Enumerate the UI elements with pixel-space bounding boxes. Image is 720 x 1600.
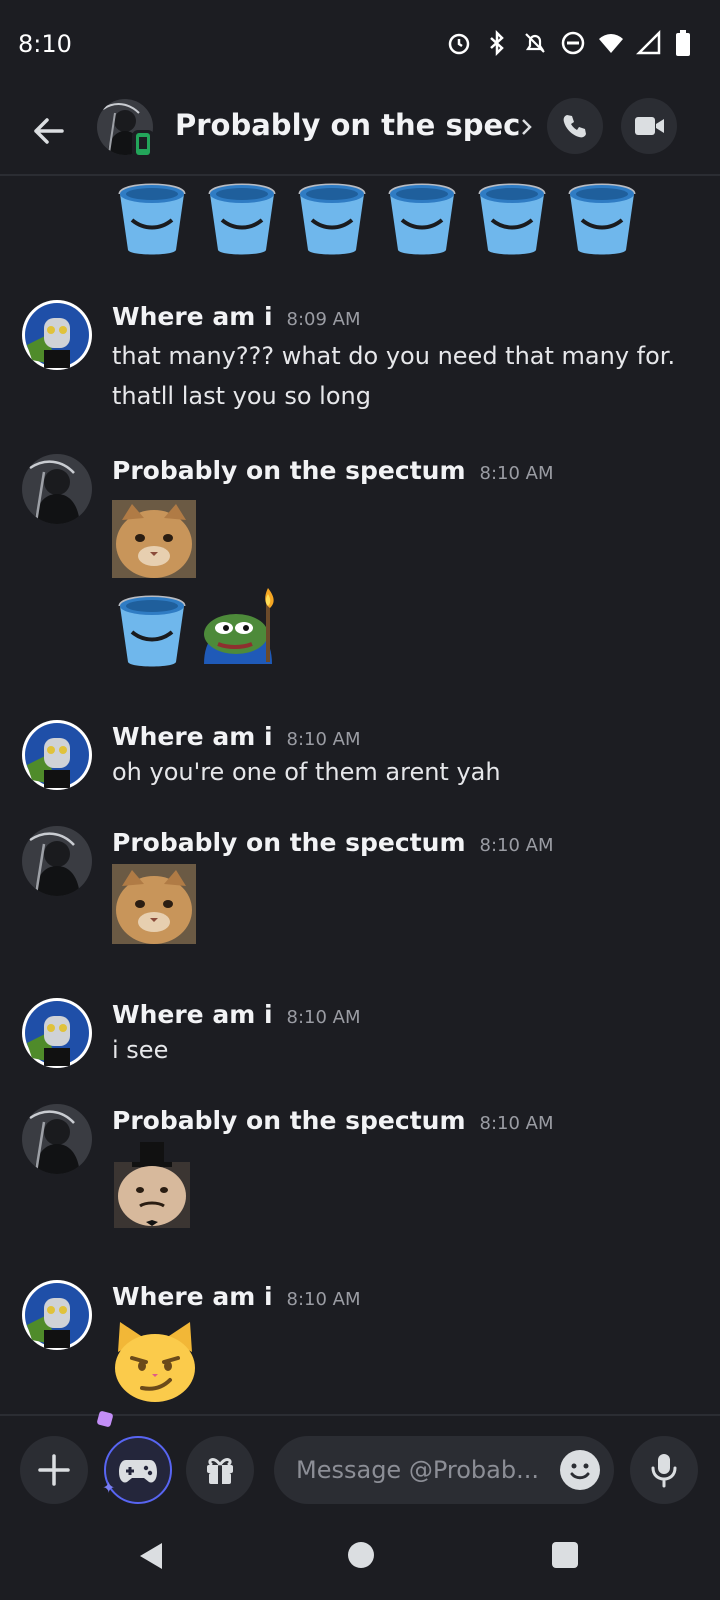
message-text: i see xyxy=(112,1036,169,1064)
nav-back-icon[interactable] xyxy=(136,1540,166,1576)
bucket-emoji[interactable] xyxy=(472,176,552,256)
video-call-button[interactable] xyxy=(621,98,677,154)
message-author[interactable]: Probably on the spectum 8:10 AM xyxy=(112,1106,554,1135)
status-bar: 8:10 xyxy=(0,0,720,90)
smirk-cat-emoji[interactable] xyxy=(110,1316,200,1406)
sparkle-decoration xyxy=(96,1410,114,1428)
gift-button[interactable] xyxy=(186,1436,254,1504)
bucket-emoji[interactable] xyxy=(202,176,282,256)
message-input[interactable]: Message @Probab... xyxy=(274,1436,614,1504)
author-name[interactable]: Where am i xyxy=(112,1282,273,1311)
bucket-emoji[interactable] xyxy=(112,176,192,256)
signal-icon xyxy=(635,29,662,56)
message-timestamp: 8:10 AM xyxy=(479,1113,554,1134)
notifications-off-icon xyxy=(522,30,548,56)
message-composer: ✦ Message @Probab... xyxy=(0,1410,720,1516)
battery-icon xyxy=(674,30,700,56)
pepe-torch-emoji[interactable] xyxy=(200,584,284,668)
message-timestamp: 8:10 AM xyxy=(479,835,554,856)
gamepad-icon xyxy=(119,1460,157,1483)
author-name[interactable]: Probably on the spectum xyxy=(112,456,466,485)
alarm-icon xyxy=(446,30,472,56)
voice-call-button[interactable] xyxy=(547,98,603,154)
message-author[interactable]: Where am i 8:10 AM xyxy=(112,1282,361,1311)
message-text: that many??? what do you need that many … xyxy=(112,342,676,410)
attach-button[interactable] xyxy=(20,1436,88,1504)
star-decoration: ✦ xyxy=(102,1478,116,1497)
top-hat-cat-sticker[interactable] xyxy=(114,1142,190,1228)
cat-sticker[interactable] xyxy=(112,864,196,944)
voice-message-button[interactable] xyxy=(630,1436,698,1504)
message-author[interactable]: Probably on the spectum 8:10 AM xyxy=(112,456,554,485)
plus-icon xyxy=(38,1454,70,1486)
message-author[interactable]: Where am i 8:10 AM xyxy=(112,1000,361,1029)
message-timestamp: 8:09 AM xyxy=(286,309,361,330)
bucket-emoji[interactable] xyxy=(292,176,372,256)
gift-icon xyxy=(207,1458,233,1484)
message-timestamp: 8:10 AM xyxy=(286,729,361,750)
avatar[interactable] xyxy=(22,300,92,370)
avatar[interactable] xyxy=(22,1104,92,1174)
message-list[interactable]: Where am i 8:09 AM that many??? what do y… xyxy=(0,176,720,1414)
mic-icon xyxy=(651,1454,677,1488)
message-author[interactable]: Where am i 8:10 AM xyxy=(112,722,361,751)
message-timestamp: 8:10 AM xyxy=(286,1007,361,1028)
author-name[interactable]: Probably on the spectum xyxy=(112,828,466,857)
nav-recents-icon[interactable] xyxy=(552,1542,578,1568)
message-author[interactable]: Probably on the spectum 8:10 AM xyxy=(112,828,554,857)
conversation-title[interactable]: Probably on the spect... xyxy=(175,108,520,142)
bluetooth-icon xyxy=(484,29,510,57)
phone-icon xyxy=(563,115,586,138)
status-time: 8:10 xyxy=(18,30,72,58)
mobile-status-icon xyxy=(132,130,154,158)
system-navigation-bar xyxy=(0,1514,720,1600)
avatar[interactable] xyxy=(22,454,92,524)
avatar[interactable] xyxy=(22,826,92,896)
nav-home-icon[interactable] xyxy=(348,1542,374,1568)
cat-sticker[interactable] xyxy=(112,500,196,578)
message-text: oh you're one of them arent yah xyxy=(112,758,501,786)
message-timestamp: 8:10 AM xyxy=(479,463,554,484)
author-name[interactable]: Where am i xyxy=(112,302,273,331)
wifi-icon xyxy=(598,30,624,56)
bucket-emoji[interactable] xyxy=(382,176,462,256)
message-timestamp: 8:10 AM xyxy=(286,1289,361,1310)
chevron-right-icon[interactable] xyxy=(518,112,538,142)
avatar[interactable] xyxy=(22,1280,92,1350)
avatar[interactable] xyxy=(22,998,92,1068)
bucket-emoji-row xyxy=(112,176,642,256)
author-name[interactable]: Where am i xyxy=(112,722,273,751)
dnd-icon xyxy=(560,30,586,56)
bucket-emoji[interactable] xyxy=(562,176,642,256)
author-name[interactable]: Where am i xyxy=(112,1000,273,1029)
status-icons xyxy=(446,29,700,57)
emoji-icon[interactable] xyxy=(560,1450,600,1490)
back-arrow-icon[interactable] xyxy=(26,108,72,154)
conversation-header: Probably on the spect... xyxy=(0,90,720,176)
message-author[interactable]: Where am i 8:09 AM xyxy=(112,302,361,331)
message-input-placeholder: Message @Probab... xyxy=(296,1456,539,1484)
video-icon xyxy=(635,117,664,135)
author-name[interactable]: Probably on the spectum xyxy=(112,1106,466,1135)
avatar[interactable] xyxy=(22,720,92,790)
bucket-emoji[interactable] xyxy=(112,588,192,672)
